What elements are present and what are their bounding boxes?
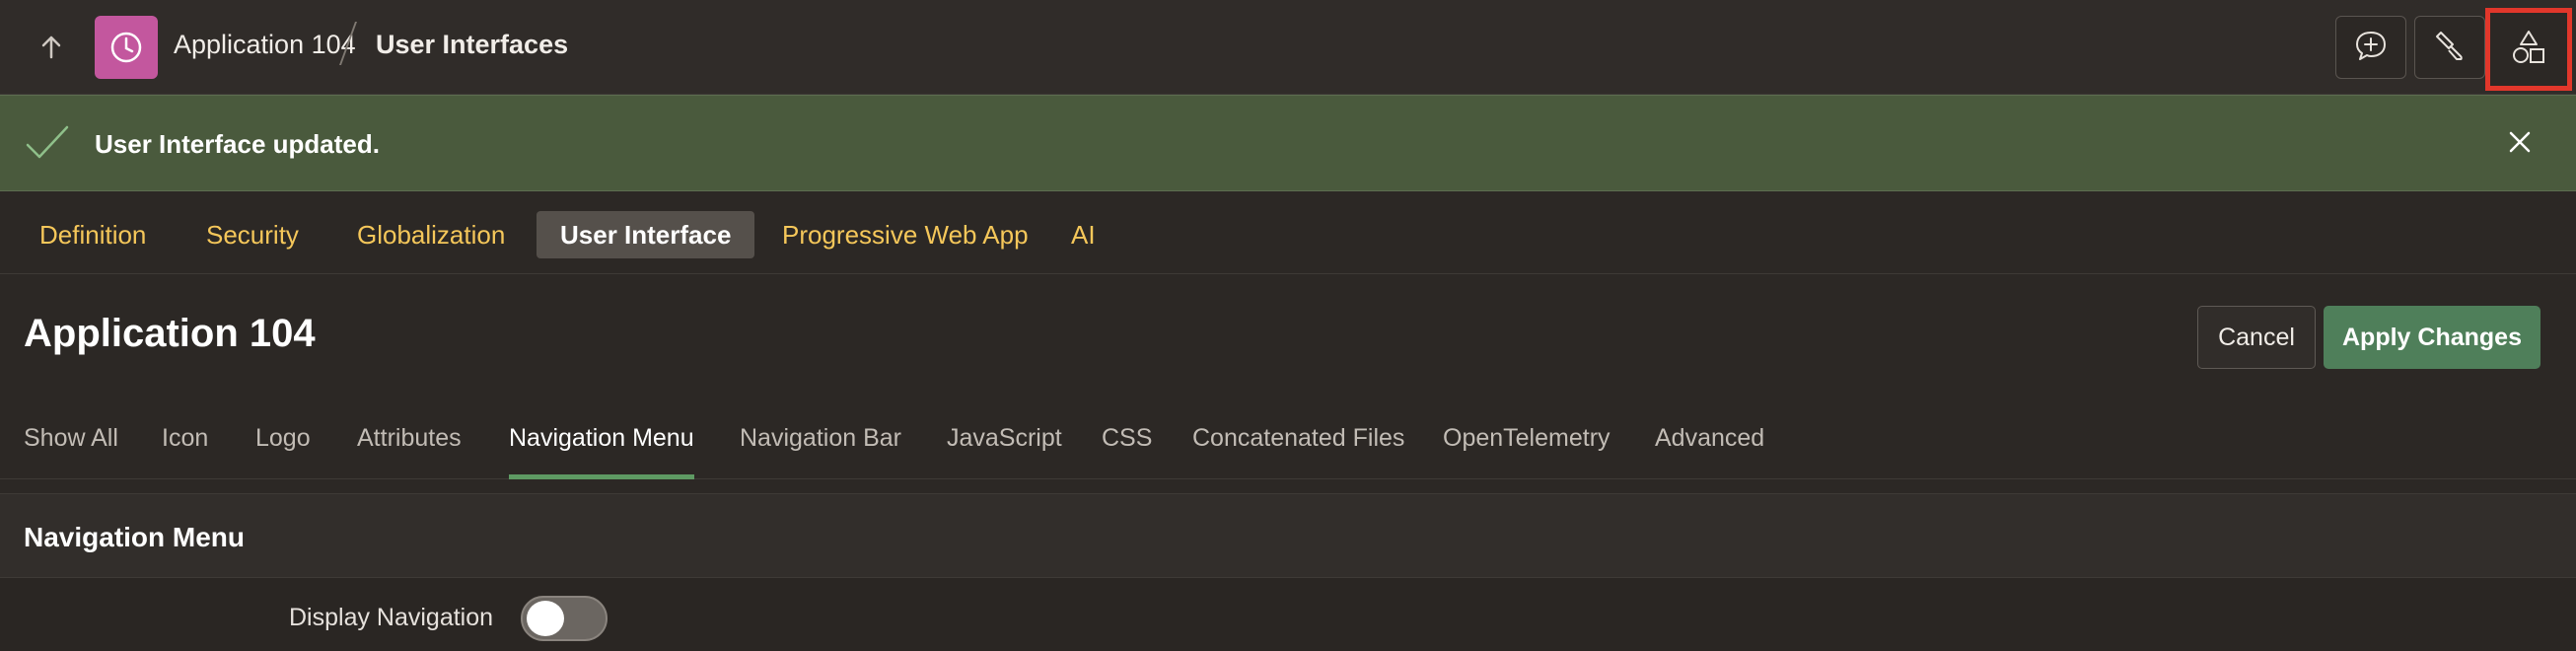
- shared-components-button[interactable]: [2485, 8, 2572, 91]
- subtab-navigation-menu[interactable]: Navigation Menu: [509, 424, 694, 479]
- comment-add-icon: [2353, 28, 2389, 68]
- breadcrumb-current: User Interfaces: [376, 30, 569, 59]
- display-navigation-toggle[interactable]: [521, 596, 608, 641]
- region-title: Navigation Menu: [24, 522, 246, 552]
- page-title: Application 104: [24, 312, 316, 355]
- sub-tabs: Show All Icon Logo Attributes Navigation…: [0, 414, 2576, 479]
- close-icon[interactable]: [2505, 127, 2535, 162]
- theme-roller-button[interactable]: [2414, 16, 2485, 79]
- subtab-css[interactable]: CSS: [1102, 424, 1152, 479]
- tab-user-interface[interactable]: User Interface: [537, 211, 755, 258]
- app-logo-icon[interactable]: [95, 16, 158, 79]
- tab-progressive-web-app[interactable]: Progressive Web App: [758, 211, 1052, 258]
- subtab-logo[interactable]: Logo: [255, 424, 311, 479]
- cancel-button[interactable]: Cancel: [2197, 306, 2316, 369]
- subtab-icon[interactable]: Icon: [162, 424, 208, 479]
- subtab-attributes[interactable]: Attributes: [357, 424, 462, 479]
- feedback-button[interactable]: [2335, 16, 2406, 79]
- brush-icon: [2433, 29, 2467, 67]
- display-navigation-label: Display Navigation: [289, 604, 494, 631]
- top-bar: Application 104 User Interfaces: [0, 0, 2576, 95]
- tab-security[interactable]: Security: [182, 211, 322, 258]
- subtab-concatenated-files[interactable]: Concatenated Files: [1192, 424, 1404, 479]
- apply-changes-button[interactable]: Apply Changes: [2324, 306, 2540, 369]
- toggle-knob: [527, 601, 564, 636]
- region-header: Navigation Menu: [0, 493, 2576, 578]
- tab-globalization[interactable]: Globalization: [333, 211, 529, 258]
- subtab-show-all[interactable]: Show All: [24, 424, 118, 479]
- tab-ai[interactable]: AI: [1047, 211, 1119, 258]
- checkmark-icon: [24, 123, 71, 168]
- subtab-navigation-bar[interactable]: Navigation Bar: [740, 424, 901, 479]
- success-banner: User Interface updated.: [0, 95, 2576, 191]
- subtab-javascript[interactable]: JavaScript: [947, 424, 1062, 479]
- breadcrumb-application[interactable]: Application 104: [174, 30, 356, 60]
- banner-message: User Interface updated.: [95, 129, 380, 159]
- subtab-opentelemetry[interactable]: OpenTelemetry: [1443, 424, 1610, 479]
- tab-definition[interactable]: Definition: [16, 211, 170, 258]
- up-arrow-icon[interactable]: [34, 30, 69, 65]
- region-body: Display Navigation: [0, 578, 2576, 651]
- subtab-advanced[interactable]: Advanced: [1655, 424, 1764, 479]
- shapes-icon: [2510, 29, 2547, 71]
- main-tabs: Definition Security Globalization User I…: [0, 191, 2576, 274]
